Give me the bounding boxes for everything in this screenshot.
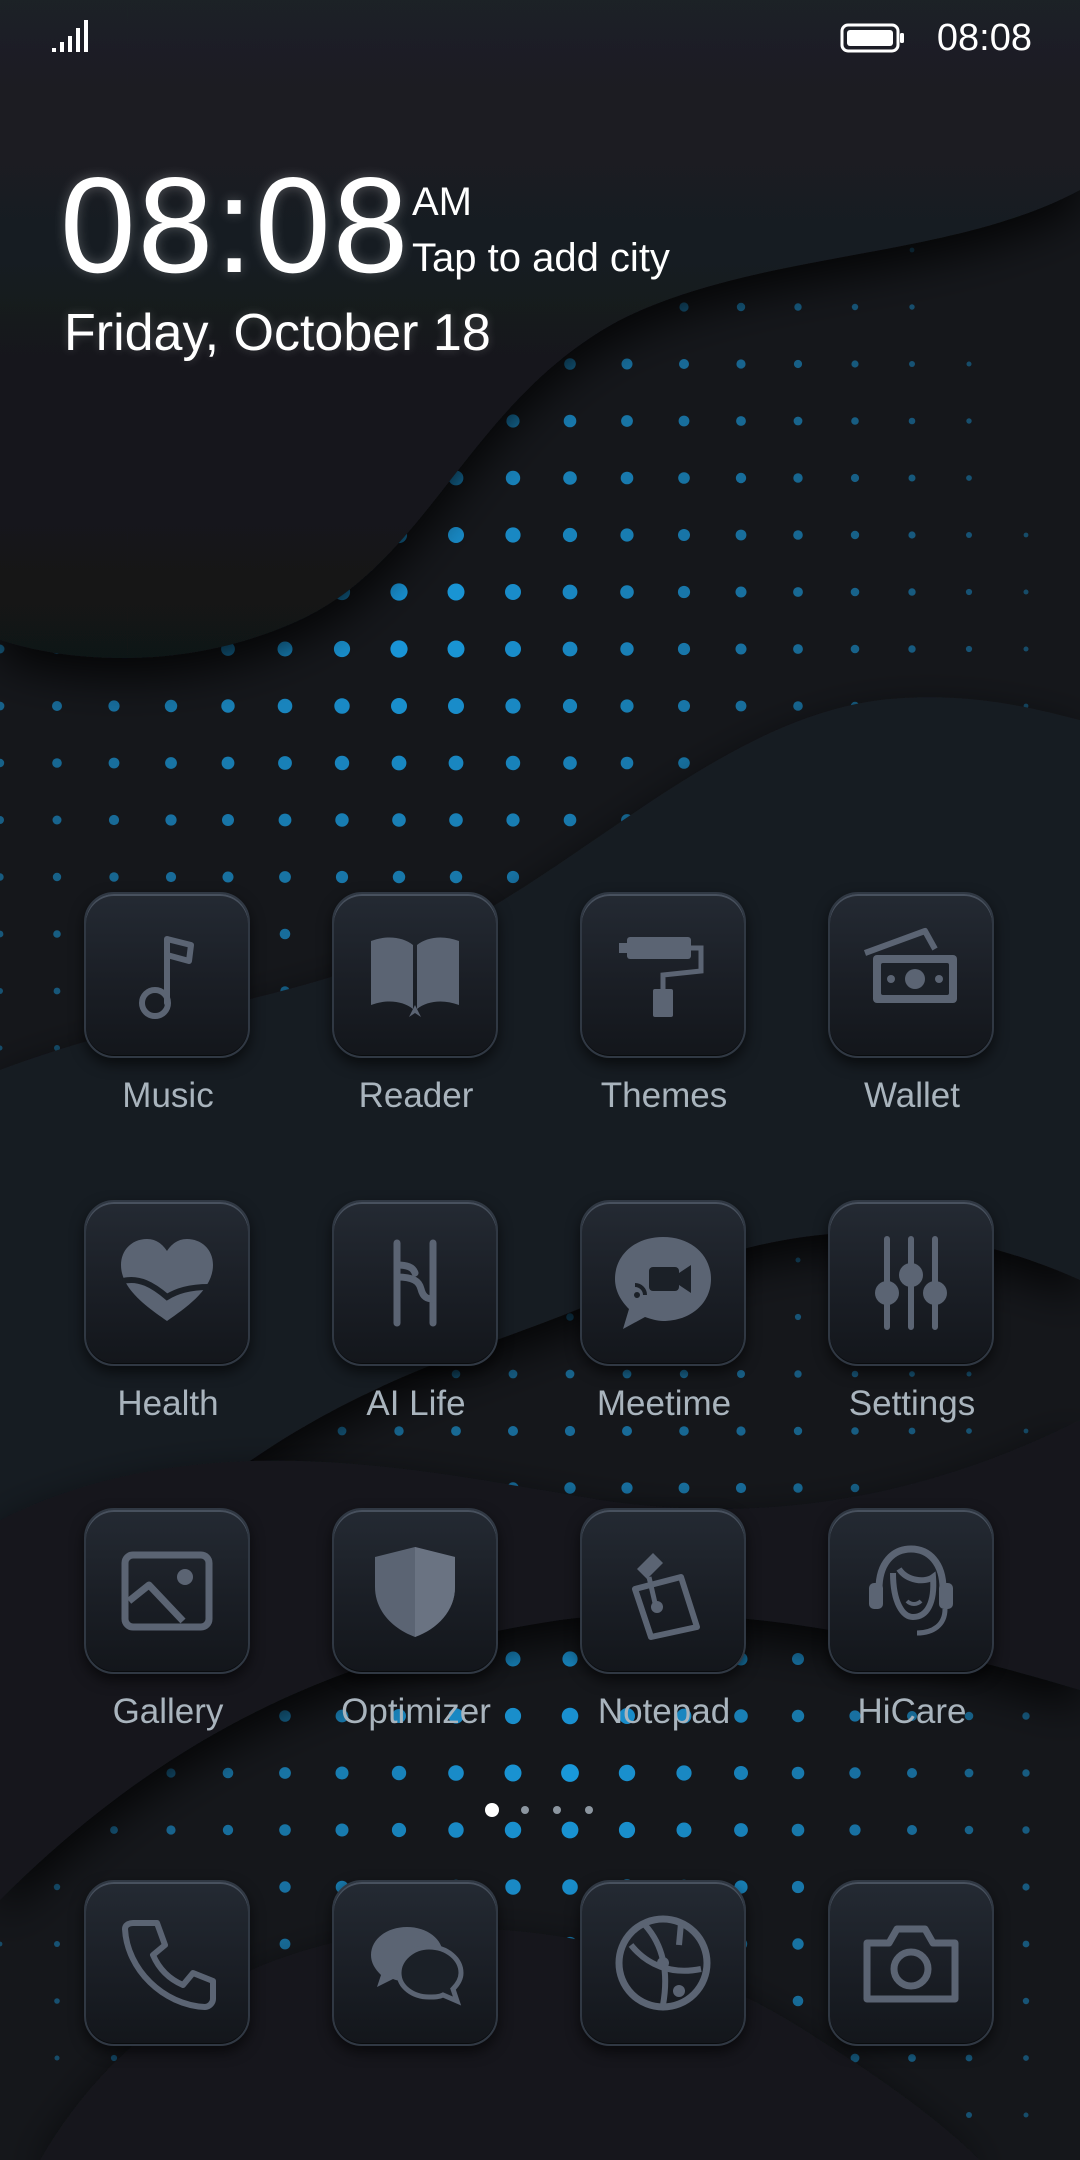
messages-icon <box>371 1927 464 2006</box>
app-wallet[interactable]: Wallet <box>792 892 1032 1132</box>
app-label: Meetime <box>596 1384 732 1423</box>
signal-bars-icon <box>52 20 88 52</box>
app-label: AI Life <box>366 1384 466 1423</box>
page-dot[interactable] <box>553 1806 561 1814</box>
app-label: Health <box>117 1384 219 1423</box>
browser-icon <box>615 1915 711 2011</box>
app-icon-tile[interactable] <box>84 1880 250 2046</box>
app-label: Reader <box>358 1076 474 1115</box>
app-ai-life[interactable]: AI Life <box>296 1200 536 1440</box>
app-icon-tile[interactable] <box>332 892 498 1058</box>
app-icon-tile[interactable] <box>828 1508 994 1674</box>
app-icon-tile[interactable] <box>828 1200 994 1366</box>
app-settings[interactable]: Settings <box>792 1200 1032 1440</box>
dock-messages[interactable] <box>296 1880 536 2120</box>
status-bar-time: 08:08 <box>936 17 1032 59</box>
heart-icon <box>121 1239 213 1321</box>
app-icon-tile[interactable] <box>332 1508 498 1674</box>
shield-icon <box>375 1547 455 1637</box>
app-themes[interactable]: Themes <box>544 892 784 1132</box>
app-notepad[interactable]: Notepad <box>544 1508 784 1748</box>
status-bar: 08:08 <box>0 0 1080 76</box>
app-icon-tile[interactable] <box>828 892 994 1058</box>
dock-browser[interactable] <box>544 1880 784 2120</box>
sliders-icon <box>875 1236 947 1330</box>
app-label: Settings <box>848 1384 976 1423</box>
app-music[interactable]: Music <box>48 892 288 1132</box>
clock-weather-widget[interactable]: 08:08 AM Tap to add city Friday, October… <box>60 150 760 370</box>
image-icon <box>121 1551 213 1631</box>
page-indicator[interactable] <box>480 1800 600 1824</box>
app-icon-tile[interactable] <box>580 1880 746 2046</box>
video-chat-icon <box>615 1237 711 1329</box>
app-icon-tile[interactable] <box>580 892 746 1058</box>
app-icon-tile[interactable] <box>580 1200 746 1366</box>
app-label: Music <box>122 1076 214 1115</box>
clock-ampm: AM <box>412 180 472 224</box>
app-label: Gallery <box>112 1692 224 1731</box>
headset-support-icon <box>869 1545 953 1636</box>
paint-roller-icon <box>619 937 704 1017</box>
app-icon-tile[interactable] <box>84 1508 250 1674</box>
app-reader[interactable]: Reader <box>296 892 536 1132</box>
page-dot[interactable] <box>585 1806 593 1814</box>
app-label: Themes <box>600 1076 728 1115</box>
app-icon-tile[interactable] <box>332 1200 498 1366</box>
app-icon-tile[interactable] <box>332 1880 498 2046</box>
battery-full-icon <box>840 23 904 53</box>
app-label: HiCare <box>857 1692 967 1731</box>
app-label: Wallet <box>864 1076 960 1115</box>
app-optimizer[interactable]: Optimizer <box>296 1508 536 1748</box>
clock-date: Friday, October 18 <box>64 304 491 362</box>
app-label: Optimizer <box>341 1692 491 1731</box>
add-city-link[interactable]: Tap to add city <box>412 234 670 282</box>
music-note-icon <box>139 936 194 1019</box>
page-dot[interactable] <box>521 1806 529 1814</box>
camera-icon <box>863 1925 959 2003</box>
app-gallery[interactable]: Gallery <box>48 1508 288 1748</box>
book-icon <box>371 937 459 1017</box>
notepad-icon <box>632 1553 700 1640</box>
app-icon-tile[interactable] <box>828 1880 994 2046</box>
clock-time: 08:08 <box>60 149 411 301</box>
app-icon-tile[interactable] <box>84 1200 250 1366</box>
phone-icon <box>122 1920 216 2010</box>
page-dot-active[interactable] <box>485 1803 499 1817</box>
ai-life-icon <box>393 1239 437 1327</box>
wallet-cash-icon <box>863 928 957 1003</box>
app-icon-tile[interactable] <box>580 1508 746 1674</box>
app-health[interactable]: Health <box>48 1200 288 1440</box>
app-meetime[interactable]: Meetime <box>544 1200 784 1440</box>
dock-camera[interactable] <box>792 1880 1032 2120</box>
home-screen: 08:08 08:08 AM Tap to add city Friday, O… <box>0 0 1080 2160</box>
app-label: Notepad <box>597 1692 731 1731</box>
dock-phone[interactable] <box>48 1880 288 2120</box>
app-icon-tile[interactable] <box>84 892 250 1058</box>
app-hicare[interactable]: HiCare <box>792 1508 1032 1748</box>
